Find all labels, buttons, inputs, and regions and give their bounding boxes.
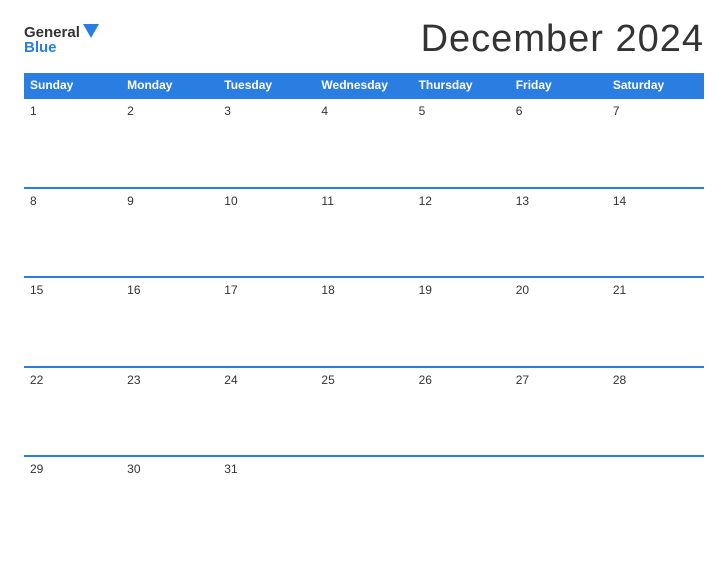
logo-triangle-icon xyxy=(83,24,99,38)
day-3: 3 xyxy=(218,99,315,187)
day-9: 9 xyxy=(121,189,218,277)
day-header-sunday: Sunday xyxy=(24,73,121,97)
day-1: 1 xyxy=(24,99,121,187)
header: General Blue December 2024 xyxy=(24,18,704,61)
logo-blue-text: Blue xyxy=(24,40,57,55)
day-28: 28 xyxy=(607,368,704,456)
logo: General Blue xyxy=(24,25,99,55)
day-header-tuesday: Tuesday xyxy=(218,73,315,97)
day-20: 20 xyxy=(510,278,607,366)
day-header-saturday: Saturday xyxy=(607,73,704,97)
day-14: 14 xyxy=(607,189,704,277)
day-12: 12 xyxy=(413,189,510,277)
logo-general-text: General xyxy=(24,25,80,40)
day-5: 5 xyxy=(413,99,510,187)
day-empty-1 xyxy=(315,457,412,545)
day-empty-3 xyxy=(510,457,607,545)
day-27: 27 xyxy=(510,368,607,456)
calendar-body: 1 2 3 4 5 6 7 8 9 10 11 12 13 14 15 16 xyxy=(24,97,704,545)
day-empty-4 xyxy=(607,457,704,545)
day-29: 29 xyxy=(24,457,121,545)
week-row-2: 8 9 10 11 12 13 14 xyxy=(24,187,704,277)
day-30: 30 xyxy=(121,457,218,545)
week-row-5: 29 30 31 xyxy=(24,455,704,545)
day-24: 24 xyxy=(218,368,315,456)
day-10: 10 xyxy=(218,189,315,277)
day-18: 18 xyxy=(315,278,412,366)
day-header-friday: Friday xyxy=(510,73,607,97)
week-row-1: 1 2 3 4 5 6 7 xyxy=(24,97,704,187)
week-row-3: 15 16 17 18 19 20 21 xyxy=(24,276,704,366)
day-22: 22 xyxy=(24,368,121,456)
day-header-monday: Monday xyxy=(121,73,218,97)
day-25: 25 xyxy=(315,368,412,456)
day-11: 11 xyxy=(315,189,412,277)
day-19: 19 xyxy=(413,278,510,366)
day-23: 23 xyxy=(121,368,218,456)
page: General Blue December 2024 Sunday Monday… xyxy=(0,0,728,563)
calendar-header: Sunday Monday Tuesday Wednesday Thursday… xyxy=(24,73,704,97)
day-15: 15 xyxy=(24,278,121,366)
day-header-wednesday: Wednesday xyxy=(315,73,412,97)
day-16: 16 xyxy=(121,278,218,366)
day-6: 6 xyxy=(510,99,607,187)
day-7: 7 xyxy=(607,99,704,187)
month-title: December 2024 xyxy=(421,18,704,61)
day-8: 8 xyxy=(24,189,121,277)
day-empty-2 xyxy=(413,457,510,545)
calendar: Sunday Monday Tuesday Wednesday Thursday… xyxy=(24,73,704,545)
week-row-4: 22 23 24 25 26 27 28 xyxy=(24,366,704,456)
day-13: 13 xyxy=(510,189,607,277)
day-2: 2 xyxy=(121,99,218,187)
day-header-thursday: Thursday xyxy=(413,73,510,97)
day-4: 4 xyxy=(315,99,412,187)
day-21: 21 xyxy=(607,278,704,366)
day-26: 26 xyxy=(413,368,510,456)
day-31: 31 xyxy=(218,457,315,545)
day-17: 17 xyxy=(218,278,315,366)
